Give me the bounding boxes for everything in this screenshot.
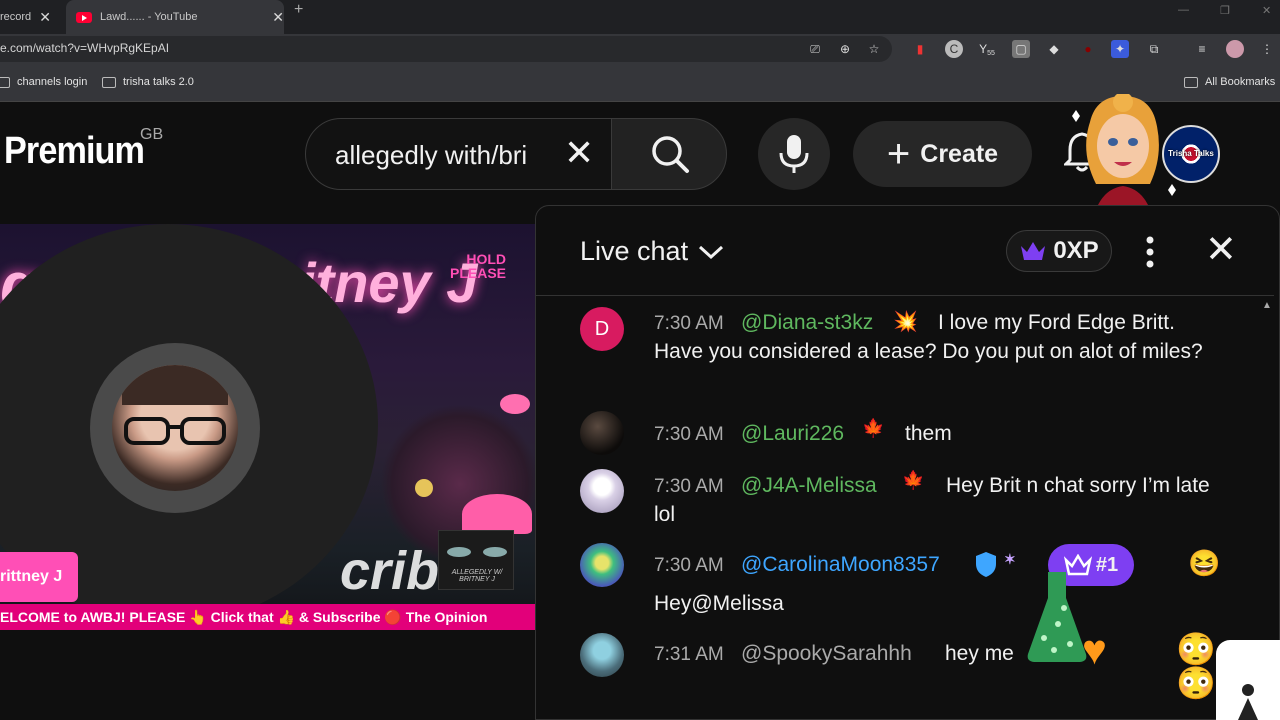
orange-heart-icon: ♥: [1082, 626, 1107, 673]
cast-icon[interactable]: ⎚: [806, 40, 824, 58]
chevron-down-icon: [699, 245, 724, 259]
xp-button[interactable]: 0XP: [1006, 230, 1112, 272]
streamer-name-badge: rittney J: [0, 552, 78, 602]
hold-please-label: HOLD PLEASE: [450, 251, 507, 281]
close-icon[interactable]: ✕: [272, 9, 284, 26]
chat-avatar[interactable]: D: [580, 307, 624, 351]
window-close-icon[interactable]: ✕: [1262, 4, 1271, 17]
close-icon[interactable]: ✕: [39, 9, 51, 26]
chat-avatar[interactable]: [580, 411, 624, 455]
member-badge-icon: ✶: [1004, 551, 1016, 567]
profile-icon[interactable]: [1226, 40, 1244, 58]
extension-icon[interactable]: ✦: [1111, 40, 1129, 58]
tab-title: record: [0, 11, 32, 23]
glasses-graphic: [124, 417, 226, 445]
extension-icon[interactable]: ●: [1079, 40, 1097, 58]
media-control-icon[interactable]: ≡: [1193, 40, 1211, 58]
chat-message-text: hey me: [945, 642, 1014, 665]
browser-tab-record[interactable]: record ✕: [0, 0, 62, 34]
surprised-emoji-icon: 😳: [1176, 631, 1216, 667]
chat-message-text: them: [905, 422, 952, 445]
chat-author[interactable]: @Lauri226: [741, 422, 844, 446]
channel-thumbnail: ALLEGEDLY W/ BRITNEY J: [438, 530, 514, 590]
mic-icon: [779, 135, 809, 173]
chat-timestamp: 7:31 AM: [654, 644, 724, 665]
clear-search-icon[interactable]: ✕: [564, 133, 594, 173]
country-code: GB: [140, 126, 164, 143]
chat-message-text: Hey@Melissa: [654, 592, 784, 615]
chat-avatar[interactable]: [580, 543, 624, 587]
close-chat-icon[interactable]: ✕: [1205, 230, 1237, 270]
bookmark-all-bookmarks[interactable]: All Bookmarks: [1184, 76, 1275, 88]
plus-icon: +: [886, 132, 911, 176]
folder-icon: [102, 76, 116, 88]
new-tab-icon[interactable]: +: [294, 0, 303, 20]
extension-c-icon[interactable]: C: [945, 40, 963, 58]
divider: [536, 295, 1274, 296]
scrolling-ticker: ELCOME to AWBJ! PLEASE 👆 Click that 👍 & …: [0, 604, 535, 630]
chat-message-text: I love my Ford Edge Britt. Have you cons…: [654, 311, 1203, 363]
chat-avatar[interactable]: [580, 633, 624, 677]
youtube-favicon-icon: [76, 11, 92, 23]
extension-badge-icon[interactable]: Y 55: [978, 40, 996, 58]
create-button[interactable]: + Create: [853, 121, 1032, 187]
laughing-emoji-icon: 😆: [1188, 548, 1221, 578]
extension-diamond-icon[interactable]: ◆: [1045, 40, 1063, 58]
bookmark-star-icon[interactable]: ☆: [865, 40, 883, 58]
more-vert-icon[interactable]: [1140, 232, 1160, 272]
scroll-up-icon[interactable]: ▲: [1262, 300, 1272, 311]
extension-icon[interactable]: ▢: [1012, 40, 1030, 58]
bookmark-trisha-talks[interactable]: trisha talks 2.0: [102, 76, 194, 88]
search-icon: [652, 136, 689, 173]
live-chat-dropdown[interactable]: Live chat: [580, 236, 724, 267]
chat-message-text: Hey Brit n chat sorry I’m late lol: [654, 474, 1210, 526]
search-button[interactable]: [611, 118, 727, 190]
extension-icon[interactable]: ▮: [911, 40, 929, 58]
flask-sticker-icon: [1027, 572, 1087, 662]
maximize-icon[interactable]: ❐: [1220, 4, 1230, 17]
search-query[interactable]: allegedly with/bri: [335, 140, 527, 171]
more-vert-icon[interactable]: ⋮: [1258, 40, 1276, 58]
tab-title: Lawd...... - YouTube: [100, 11, 198, 23]
chat-author[interactable]: @SpookySarahhh: [741, 642, 912, 666]
lotus-bud: [415, 479, 433, 497]
surprised-emoji-icon: 😳: [1176, 665, 1216, 701]
chat-author[interactable]: @CarolinaMoon8357: [741, 553, 940, 577]
chat-timestamp: 7:30 AM: [654, 555, 724, 576]
bookmark-channels-login[interactable]: channels login: [0, 76, 87, 88]
folder-icon: [0, 76, 10, 88]
youtube-premium-logo[interactable]: Premium: [4, 130, 145, 173]
puzzle-icon[interactable]: ⧉: [1145, 40, 1163, 58]
lotus-flower: [462, 494, 532, 534]
minimize-icon[interactable]: —: [1178, 4, 1189, 16]
browser-tab-youtube[interactable]: Lawd...... - YouTube ✕: [66, 0, 284, 34]
crown-icon: [1021, 242, 1046, 260]
verified-shield-icon: [976, 552, 996, 577]
url-text[interactable]: e.com/watch?v=WHvpRgKEpAI: [0, 41, 169, 55]
voice-search-button[interactable]: [758, 118, 830, 190]
overlay-widget: [1216, 640, 1280, 720]
member-badge-icon: 🍁: [862, 418, 885, 438]
chat-avatar[interactable]: [580, 469, 624, 513]
zoom-icon[interactable]: ⊕: [836, 40, 854, 58]
folder-icon: [1184, 76, 1198, 88]
lotus-flower: [500, 394, 530, 414]
chat-timestamp: 7:30 AM: [654, 424, 724, 445]
